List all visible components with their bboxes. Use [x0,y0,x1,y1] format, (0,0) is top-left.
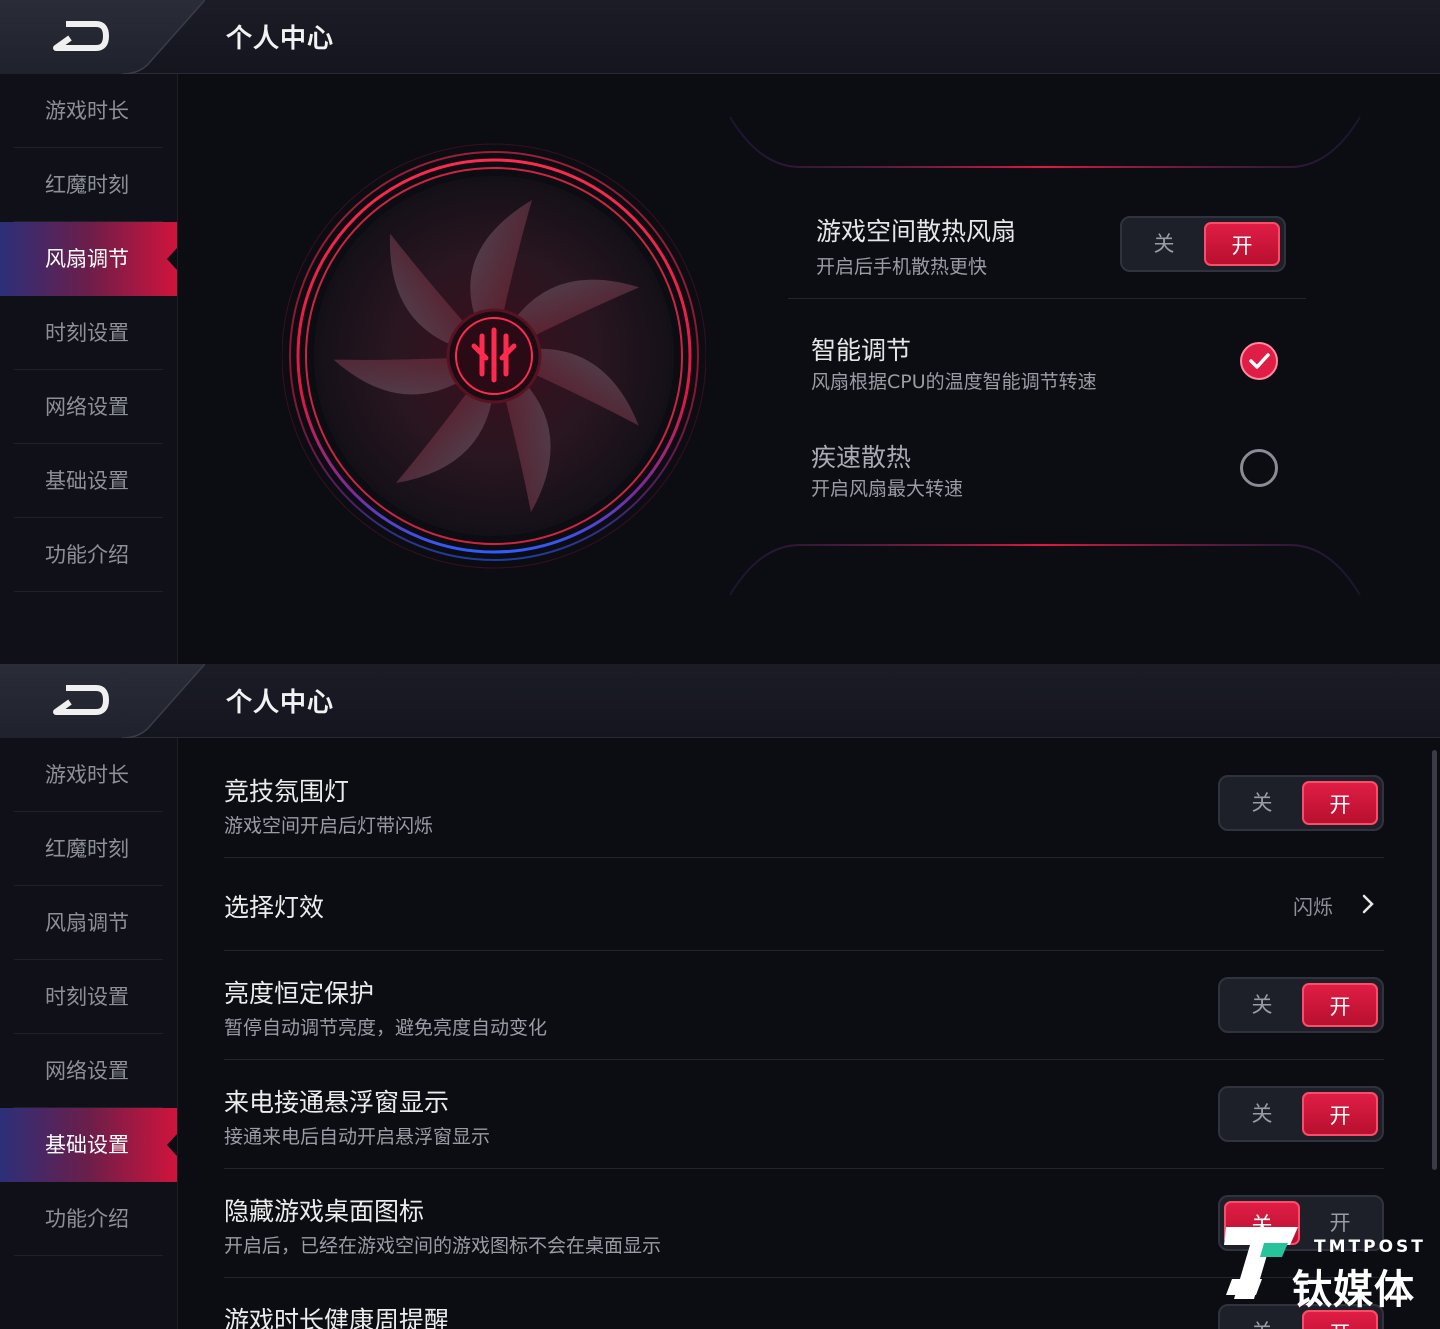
sidebar-item-label: 红魔时刻 [45,173,129,197]
tmtpost-watermark: TMTPOST 钛媒体 [1222,1223,1423,1313]
ambient-light-subtitle: 游戏空间开启后灯带闪烁 [224,815,434,837]
header: 个人中心 [0,0,1440,74]
turbo-mode-radio[interactable] [1240,449,1278,487]
turbo-mode-title: 疾速散热 [811,443,912,472]
hide-icons-subtitle: 开启后，已经在游戏空间的游戏图标不会在桌面显示 [224,1235,662,1257]
brightness-subtitle: 暂停自动调节亮度，避免亮度自动变化 [224,1017,548,1039]
sidebar-item-fan[interactable]: 风扇调节 [0,222,177,296]
divider [224,1059,1384,1060]
health-reminder-title: 游戏时长健康周提醒 [224,1306,450,1329]
sidebar-item-fan[interactable]: 风扇调节 [0,886,177,960]
sidebar-item-label: 基础设置 [45,469,129,493]
sidebar-item-moments[interactable]: 红魔时刻 [0,148,177,222]
sidebar-item-label: 游戏时长 [45,763,129,787]
fan-toggle-title: 游戏空间散热风扇 [816,217,1017,246]
call-window-title: 来电接通悬浮窗显示 [224,1088,450,1117]
back-button[interactable] [0,664,205,738]
scrollbar[interactable] [1432,750,1437,1170]
sidebar-item-intro[interactable]: 功能介绍 [0,1182,177,1256]
toggle-on-option[interactable]: 开 [1302,983,1378,1027]
sidebar-item-label: 网络设置 [45,395,129,419]
watermark-en: TMTPOST [1314,1237,1426,1257]
header: 个人中心 [0,664,1440,738]
toggle-on-option[interactable]: 开 [1204,222,1280,266]
divider [224,1277,1384,1278]
call-window-toggle[interactable]: 关 开 [1218,1086,1384,1142]
sidebar-item-label: 红魔时刻 [45,837,129,861]
hide-icons-title: 隐藏游戏桌面图标 [224,1197,425,1226]
ambient-light-toggle[interactable]: 关 开 [1218,775,1384,831]
sidebar: 游戏时长 红魔时刻 风扇调节 时刻设置 网络设置 基础设置 功能介绍 [0,738,178,1329]
divider [788,298,1306,299]
fan-settings-panel: 个人中心 游戏时长 红魔时刻 风扇调节 时刻设置 网络设置 基础设置 功能介绍 [0,0,1440,664]
divider [224,1168,1384,1169]
toggle-off-option[interactable]: 关 [1224,1310,1300,1329]
turbo-mode-subtitle: 开启风扇最大转速 [811,478,964,500]
sidebar-item-label: 功能介绍 [45,1207,129,1231]
sidebar-item-label: 游戏时长 [45,99,129,123]
smart-mode-title: 智能调节 [811,336,912,365]
ambient-light-title: 竞技氛围灯 [224,777,350,806]
frame-bottom-decoration [729,544,1361,596]
toggle-off-option[interactable]: 关 [1126,222,1202,266]
toggle-off-option[interactable]: 关 [1224,1092,1300,1136]
sidebar-item-label: 功能介绍 [45,543,129,567]
redmagic-logo-icon [471,327,517,383]
light-effect-title: 选择灯效 [224,893,325,922]
sidebar-item-label: 网络设置 [45,1059,129,1083]
tmtpost-logo-icon [1224,1227,1298,1299]
sidebar-item-network[interactable]: 网络设置 [0,370,177,444]
sidebar-item-basic[interactable]: 基础设置 [0,444,177,518]
toggle-on-option[interactable]: 开 [1302,1092,1378,1136]
back-button[interactable] [0,0,205,74]
sidebar-item-moments[interactable]: 红魔时刻 [0,812,177,886]
sidebar-item-basic[interactable]: 基础设置 [0,1108,177,1182]
divider [224,950,1384,951]
divider [224,857,1384,858]
toggle-off-option[interactable]: 关 [1224,983,1300,1027]
check-icon [1249,353,1270,369]
fan-toggle-subtitle: 开启后手机散热更快 [816,256,988,278]
sidebar-item-game-time[interactable]: 游戏时长 [0,738,177,812]
sidebar: 游戏时长 红魔时刻 风扇调节 时刻设置 网络设置 基础设置 功能介绍 [0,74,178,664]
fan-illustration [282,143,706,569]
sidebar-item-game-time[interactable]: 游戏时长 [0,74,177,148]
watermark-cn: 钛媒体 [1292,1267,1415,1313]
sidebar-item-label: 风扇调节 [45,911,129,935]
sidebar-item-label: 时刻设置 [45,321,129,345]
sidebar-item-label: 基础设置 [45,1133,129,1157]
smart-mode-subtitle: 风扇根据CPU的温度智能调节转速 [811,371,1097,393]
sidebar-item-moment-settings[interactable]: 时刻设置 [0,296,177,370]
sidebar-item-network[interactable]: 网络设置 [0,1034,177,1108]
sidebar-item-label: 时刻设置 [45,985,129,1009]
toggle-on-option[interactable]: 开 [1302,781,1378,825]
page-title: 个人中心 [226,688,335,718]
fan-toggle-switch[interactable]: 关 开 [1120,216,1286,272]
toggle-off-option[interactable]: 关 [1224,781,1300,825]
brightness-title: 亮度恒定保护 [224,979,375,1008]
brightness-toggle[interactable]: 关 开 [1218,977,1384,1033]
light-effect-row[interactable]: 闪烁 [1280,886,1384,922]
smart-mode-radio[interactable] [1240,342,1278,380]
page-title: 个人中心 [226,24,335,54]
light-effect-value: 闪烁 [1293,895,1333,919]
call-window-subtitle: 接通来电后自动开启悬浮窗显示 [224,1126,491,1148]
sidebar-item-label: 风扇调节 [45,247,129,271]
sidebar-item-intro[interactable]: 功能介绍 [0,518,177,592]
sidebar-item-moment-settings[interactable]: 时刻设置 [0,960,177,1034]
frame-top-decoration [729,116,1361,168]
chevron-right-icon [1362,894,1374,914]
